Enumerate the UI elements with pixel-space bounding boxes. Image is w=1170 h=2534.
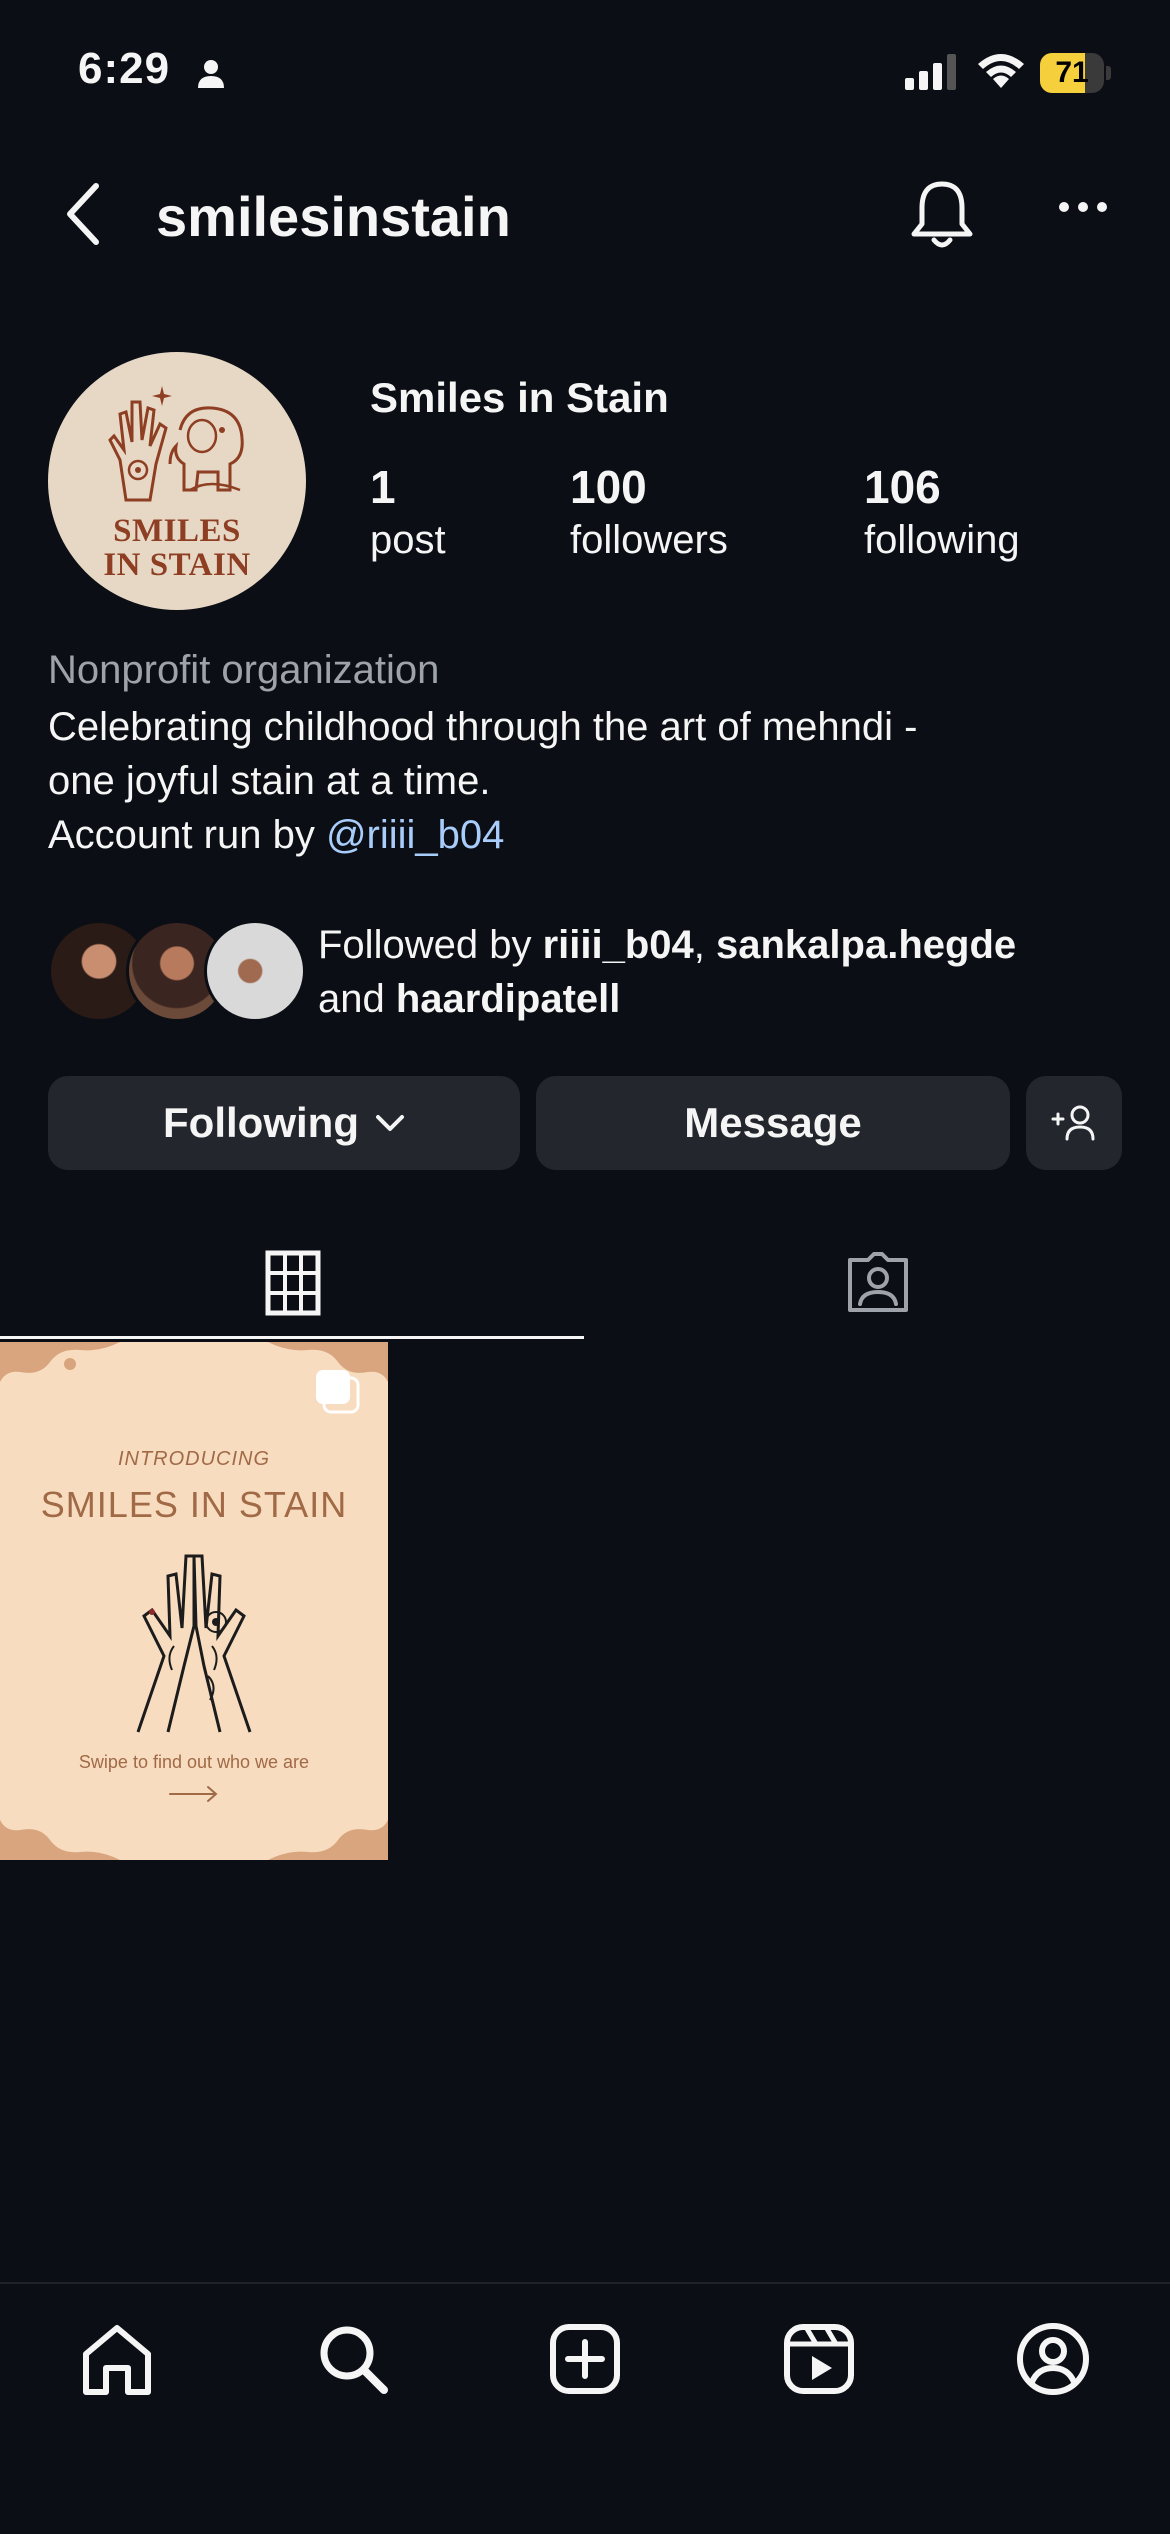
followed-by-sep: ,: [693, 923, 716, 967]
wifi-icon: [978, 54, 1024, 88]
bio-line1: Celebrating childhood through the art of…: [48, 705, 918, 749]
henna-elephant-logo: [108, 386, 244, 502]
stat-followers[interactable]: 100 followers: [570, 460, 728, 566]
signal-icon: [905, 54, 956, 90]
status-time: 6:29: [78, 44, 171, 93]
bell-icon[interactable]: [908, 178, 976, 250]
avatar-text-line1: SMILES: [113, 513, 241, 549]
followed-by-user2: sankalpa.hegde: [716, 923, 1017, 967]
search-icon[interactable]: [316, 2322, 390, 2396]
profile-username: smilesinstain: [156, 185, 511, 248]
stat-posts[interactable]: 1 post: [370, 460, 446, 566]
bio-line2: one joyful stain at a time.: [48, 759, 491, 803]
stat-posts-label: post: [370, 518, 446, 562]
following-button-label: Following: [163, 1099, 359, 1146]
avatar-text: SMILES IN STAIN: [48, 514, 306, 582]
stat-followers-value: 100: [570, 461, 647, 513]
decorative-flourish-bottom-left: [0, 1820, 120, 1860]
bio-line3: Account run by @riiii_b04: [48, 808, 1118, 862]
home-icon[interactable]: [80, 2322, 154, 2396]
stat-following-label: following: [864, 518, 1020, 562]
bio-mention-link[interactable]: @riiii_b04: [326, 813, 504, 857]
more-icon[interactable]: [1058, 200, 1108, 214]
post-thumbnail[interactable]: INTRODUCING SMILES IN STAIN Swipe to fin…: [0, 1342, 388, 1860]
stat-posts-value: 1: [370, 461, 396, 513]
carousel-icon: [316, 1370, 360, 1414]
add-user-icon: [1051, 1105, 1095, 1141]
following-button[interactable]: Following: [48, 1076, 520, 1170]
tab-tagged[interactable]: [585, 1226, 1170, 1340]
arrow-right-icon: [169, 1786, 218, 1802]
decorative-flourish-bottom-right: [268, 1820, 388, 1860]
back-arrow-icon[interactable]: [62, 182, 102, 246]
decorative-flourish-top-left: [0, 1342, 120, 1382]
tab-grid[interactable]: [0, 1226, 585, 1340]
battery-text: 71: [1055, 56, 1089, 89]
profile-avatar[interactable]: SMILES IN STAIN: [48, 352, 306, 610]
active-tab-underline: [0, 1336, 584, 1339]
post-title: SMILES IN STAIN: [40, 1484, 348, 1525]
avatar-text-line2: IN STAIN: [103, 547, 251, 583]
followed-by-user3: haardipatell: [395, 977, 621, 1021]
bottom-navigation: [0, 2282, 1170, 2534]
chevron-down-icon: [375, 1115, 404, 1131]
mutual-avatar-3: [204, 920, 306, 1022]
display-name: Smiles in Stain: [370, 374, 669, 421]
reels-icon[interactable]: [782, 2322, 856, 2396]
post-caption: Swipe to find out who we are: [78, 1752, 310, 1772]
stat-following-value: 106: [864, 461, 941, 513]
create-icon[interactable]: [548, 2322, 622, 2396]
followed-by-text[interactable]: Followed by riiii_b04, sankalpa.hegde an…: [318, 918, 1016, 1026]
person-icon: [198, 60, 224, 88]
profile-icon[interactable]: [1016, 2322, 1090, 2396]
followed-by-user1: riiii_b04: [542, 923, 694, 967]
message-button[interactable]: Message: [536, 1076, 1010, 1170]
profile-category: Nonprofit organization: [48, 648, 440, 692]
post-small-text: INTRODUCING: [117, 1448, 271, 1470]
mutual-followers-avatars[interactable]: [48, 920, 306, 1022]
profile-bio: Celebrating childhood through the art of…: [48, 700, 1118, 862]
add-user-button[interactable]: [1026, 1076, 1122, 1170]
henna-hands-illustration: [136, 1554, 252, 1733]
grid-icon: [265, 1250, 320, 1316]
followed-by-and: and: [318, 977, 396, 1021]
followed-by-prefix: Followed by: [318, 923, 543, 967]
bio-line3-prefix: Account run by: [48, 813, 326, 857]
message-button-label: Message: [684, 1099, 862, 1146]
stat-followers-label: followers: [570, 518, 728, 562]
battery-indicator: 71: [1040, 53, 1112, 93]
stat-following[interactable]: 106 following: [864, 460, 1020, 566]
tagged-icon: [847, 1252, 908, 1312]
